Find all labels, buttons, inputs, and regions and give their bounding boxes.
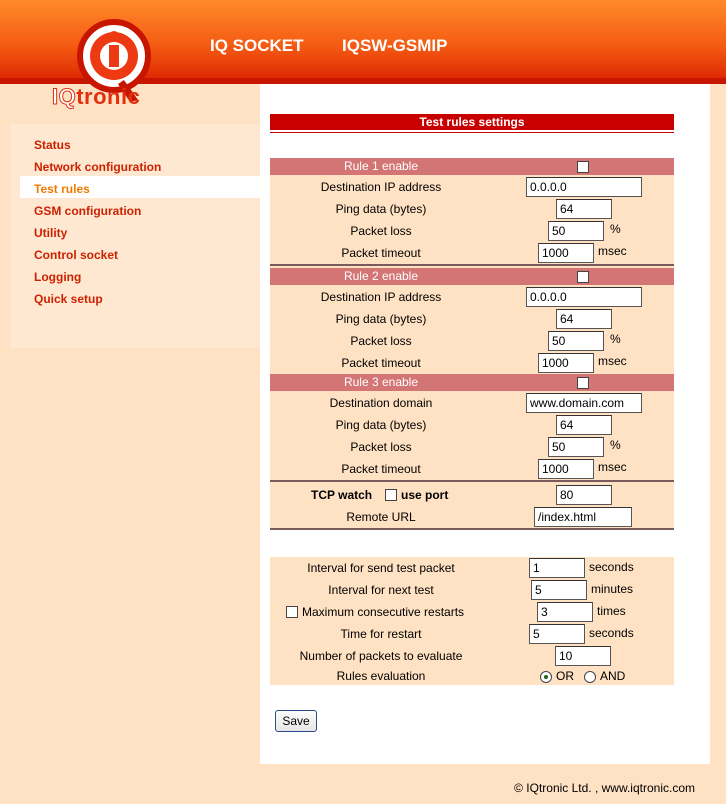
restart-time-label: Time for restart xyxy=(340,627,422,641)
sidebar-item-gsm-configuration[interactable]: GSM configuration xyxy=(34,204,141,218)
tcp-port-input[interactable]: 80 xyxy=(556,485,612,505)
tcp-block-separator xyxy=(270,528,674,530)
max-restarts-label: Maximum consecutive restarts xyxy=(302,605,465,619)
rules-eval-label: Rules evaluation xyxy=(336,669,426,683)
rule1-loss-label: Packet loss xyxy=(350,224,412,238)
rule3-ping-input[interactable]: 64 xyxy=(556,415,612,435)
sidebar-item-control-socket[interactable]: Control socket xyxy=(34,248,118,262)
interval-next-label: Interval for next test xyxy=(328,583,434,597)
rule3-target-label: Destination domain xyxy=(329,396,433,410)
logo-text-tronic: tronic xyxy=(76,84,141,109)
tcp-watch-label: TCP watch xyxy=(311,488,373,502)
rule1-header: Rule 1 enable xyxy=(270,158,674,175)
restart-time-input[interactable]: 5 xyxy=(529,624,585,644)
rule2-timeout-unit: msec xyxy=(598,354,627,368)
packets-eval-input[interactable]: 10 xyxy=(555,646,611,666)
product-model: IQSW-GSMIP xyxy=(342,36,448,55)
rule3-loss-unit: % xyxy=(610,438,621,452)
section-title-underline xyxy=(270,132,674,133)
sidebar-item-utility[interactable]: Utility xyxy=(34,226,67,240)
interval-next-unit: minutes xyxy=(591,582,634,596)
rule3-timeout-unit: msec xyxy=(598,460,627,474)
rules-eval-or-label: OR xyxy=(556,669,574,683)
rules-eval-or-radio[interactable] xyxy=(540,671,552,683)
remote-url-label: Remote URL xyxy=(346,510,416,524)
logo-wordmark: IQtronic xyxy=(51,84,141,110)
rule2-loss-input[interactable]: 50 xyxy=(548,331,604,351)
max-restarts-checkbox[interactable] xyxy=(286,606,298,618)
rule3-enable-label: Rule 3 enable xyxy=(343,375,419,389)
rule3-separator xyxy=(270,480,674,482)
rule1-timeout-label: Packet timeout xyxy=(341,246,421,260)
max-restarts-input[interactable]: 3 xyxy=(537,602,593,622)
save-button[interactable]: Save xyxy=(275,710,317,732)
max-restarts-unit: times xyxy=(597,604,626,618)
interval-send-label: Interval for send test packet xyxy=(307,561,455,575)
rule2-enable-checkbox[interactable] xyxy=(577,271,589,283)
rule2-loss-unit: % xyxy=(610,332,621,346)
rule3-enable-checkbox[interactable] xyxy=(577,377,589,389)
general-settings-block: Interval for send test packet 1 seconds … xyxy=(270,557,674,685)
product-name: IQ SOCKET xyxy=(210,36,304,55)
rule3-target-input[interactable]: www.domain.com xyxy=(526,393,642,413)
rule1-timeout-input[interactable]: 1000 xyxy=(538,243,594,263)
rule1-loss-input[interactable]: 50 xyxy=(548,221,604,241)
rules-eval-and-label: AND xyxy=(600,669,626,683)
rules-block: Rule 1 enable Destination IP address 0.0… xyxy=(270,158,674,530)
rule2-enable-label: Rule 2 enable xyxy=(343,269,419,283)
rule2-ping-label: Ping data (bytes) xyxy=(335,312,427,326)
section-title: Test rules settings xyxy=(270,114,674,130)
main-content: Test rules settings Rule 1 enable Destin… xyxy=(260,84,710,764)
interval-next-input[interactable]: 5 xyxy=(531,580,587,600)
sidebar-item-status[interactable]: Status xyxy=(34,138,71,152)
rule1-enable-checkbox[interactable] xyxy=(577,161,589,173)
tcp-use-port-label: use port xyxy=(401,488,449,502)
rule1-target-label: Destination IP address xyxy=(320,180,442,194)
sidebar-item-logging[interactable]: Logging xyxy=(34,270,81,284)
rule3-loss-label: Packet loss xyxy=(350,440,412,454)
rule1-loss-unit: % xyxy=(610,222,621,236)
rule1-enable-label: Rule 1 enable xyxy=(343,159,419,173)
rule3-timeout-input[interactable]: 1000 xyxy=(538,459,594,479)
rule2-header: Rule 2 enable xyxy=(270,268,674,285)
rule2-loss-label: Packet loss xyxy=(350,334,412,348)
rules-eval-and-radio[interactable] xyxy=(584,671,596,683)
rule1-target-input[interactable]: 0.0.0.0 xyxy=(526,177,642,197)
rule2-timeout-input[interactable]: 1000 xyxy=(538,353,594,373)
remote-url-input[interactable]: /index.html xyxy=(534,507,632,527)
rule3-ping-label: Ping data (bytes) xyxy=(335,418,427,432)
logo-text-iq: IQ xyxy=(51,84,77,110)
footer-copyright: © IQtronic Ltd. , www.iqtronic.com xyxy=(514,781,695,795)
tcp-use-port-checkbox[interactable] xyxy=(385,489,397,501)
rule1-ping-label: Ping data (bytes) xyxy=(335,202,427,216)
rule2-ping-input[interactable]: 64 xyxy=(556,309,612,329)
packets-eval-label: Number of packets to evaluate xyxy=(299,649,463,663)
rule1-separator xyxy=(270,264,674,266)
rule3-loss-input[interactable]: 50 xyxy=(548,437,604,457)
rule3-header: Rule 3 enable xyxy=(270,374,674,391)
rule2-target-label: Destination IP address xyxy=(320,290,442,304)
interval-send-input[interactable]: 1 xyxy=(529,558,585,578)
rule2-target-input[interactable]: 0.0.0.0 xyxy=(526,287,642,307)
rule3-timeout-label: Packet timeout xyxy=(341,462,421,476)
rule1-timeout-unit: msec xyxy=(598,244,627,258)
restart-time-unit: seconds xyxy=(589,626,634,640)
sidebar-item-quick-setup[interactable]: Quick setup xyxy=(34,292,103,306)
rule2-timeout-label: Packet timeout xyxy=(341,356,421,370)
sidebar-item-test-rules[interactable]: Test rules xyxy=(34,182,90,196)
rule1-ping-input[interactable]: 64 xyxy=(556,199,612,219)
sidebar-item-network-configuration[interactable]: Network configuration xyxy=(34,160,161,174)
interval-send-unit: seconds xyxy=(589,560,634,574)
